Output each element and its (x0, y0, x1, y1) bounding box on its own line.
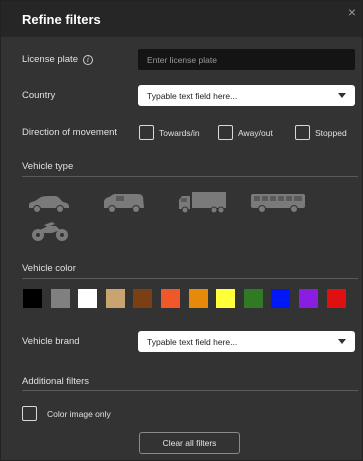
color-swatch[interactable] (189, 289, 208, 308)
color-swatch[interactable] (327, 289, 346, 308)
country-row: Country (22, 85, 55, 106)
country-label: Country (22, 90, 56, 101)
motorcycle-icon[interactable] (30, 220, 70, 242)
direction-label: Direction of movement (22, 127, 118, 138)
color-swatch[interactable] (51, 289, 70, 308)
country-select[interactable]: Typable text field here... (138, 85, 355, 106)
chevron-down-icon (338, 339, 346, 344)
divider (22, 390, 358, 391)
towards-label: Towards/in (159, 127, 200, 138)
away-label: Away/out (238, 127, 273, 138)
van-icon[interactable] (102, 192, 146, 214)
stopped-checkbox[interactable] (295, 125, 310, 140)
refine-filters-panel: Refine filters × License plate i Country… (0, 0, 363, 461)
divider (22, 176, 358, 177)
additional-filters-title: Additional filters (22, 376, 90, 387)
direction-row: Direction of movement (22, 124, 117, 141)
vehicle-brand-select[interactable]: Typable text field here... (138, 331, 355, 352)
color-image-only-option[interactable]: Color image only (22, 405, 111, 422)
panel-header: Refine filters × (1, 1, 362, 37)
car-icon[interactable] (27, 194, 71, 214)
vehicle-brand-select-value: Typable text field here... (147, 336, 238, 347)
license-plate-label: License plate (22, 54, 78, 65)
away-checkbox[interactable] (218, 125, 233, 140)
color-swatch[interactable] (133, 289, 152, 308)
color-swatch[interactable] (78, 289, 97, 308)
color-swatch[interactable] (161, 289, 180, 308)
truck-icon[interactable] (178, 191, 228, 215)
direction-option-away[interactable]: Away/out (218, 124, 273, 141)
panel-title: Refine filters (22, 11, 101, 27)
vehicle-brand-label: Vehicle brand (22, 336, 80, 347)
license-plate-row: License plate i (22, 49, 93, 70)
color-swatch[interactable] (23, 289, 42, 308)
vehicle-type-title: Vehicle type (22, 161, 74, 172)
towards-checkbox[interactable] (139, 125, 154, 140)
color-swatch[interactable] (216, 289, 235, 308)
direction-option-towards[interactable]: Towards/in (139, 124, 200, 141)
color-swatch[interactable] (271, 289, 290, 308)
divider (22, 278, 358, 279)
color-image-only-checkbox[interactable] (22, 406, 37, 421)
license-plate-input[interactable] (138, 49, 355, 70)
vehicle-color-title: Vehicle color (22, 263, 76, 274)
direction-option-stopped[interactable]: Stopped (295, 124, 347, 141)
stopped-label: Stopped (315, 127, 347, 138)
color-swatch[interactable] (299, 289, 318, 308)
vehicle-brand-row: Vehicle brand (22, 331, 80, 352)
color-swatch[interactable] (106, 289, 125, 308)
bus-icon[interactable] (250, 192, 306, 214)
chevron-down-icon (338, 93, 346, 98)
color-swatch[interactable] (244, 289, 263, 308)
close-icon[interactable]: × (348, 5, 356, 19)
country-select-value: Typable text field here... (147, 90, 238, 101)
color-image-only-label: Color image only (47, 408, 111, 419)
info-icon[interactable]: i (82, 54, 93, 65)
clear-all-filters-button[interactable]: Clear all filters (139, 432, 240, 454)
